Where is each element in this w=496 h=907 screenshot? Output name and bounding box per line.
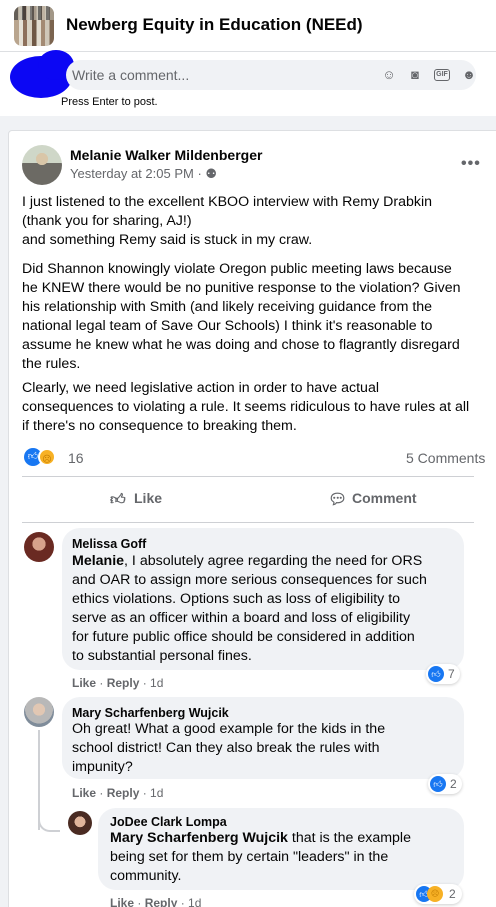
divider	[22, 476, 474, 477]
group-title[interactable]: Newberg Equity in Education (NEEd)	[66, 15, 363, 35]
thumbs-up-icon: 👍︎	[110, 491, 126, 508]
comment-body: Oh great! What a good example for the ki…	[72, 721, 386, 775]
post-paragraph: Did Shannon knowingly violate Oregon pub…	[22, 261, 461, 372]
comment-body: , I absolutely agree regarding the need …	[72, 553, 427, 664]
group-cover-thumbnail[interactable]	[14, 6, 54, 46]
comment-reaction-count: 7	[448, 667, 455, 681]
more-options-icon[interactable]: •••	[461, 155, 481, 173]
comment-reactions[interactable]: 👍︎ 2	[428, 774, 462, 794]
comment-text: Oh great! What a good example for the ki…	[72, 720, 462, 777]
commenter-name[interactable]: Melissa Goff	[72, 537, 146, 551]
post-paragraph: I just listened to the excellent KBOO in…	[22, 194, 433, 248]
comment-bubble-icon: 💬︎	[328, 491, 348, 508]
reply-thread-curve	[38, 812, 60, 832]
comment-like-button[interactable]: Like	[72, 786, 96, 800]
avatar[interactable]	[24, 532, 54, 562]
comment-text: Melanie, I absolutely agree regarding th…	[72, 552, 462, 666]
comment-reaction-count: 2	[449, 887, 456, 901]
camera-icon[interactable]: ◙	[406, 66, 424, 84]
post-meta: Yesterday at 2:05 PM · ⚉	[70, 166, 217, 182]
commenter-name[interactable]: JoDee Clark Lompa	[110, 815, 227, 829]
comment-age[interactable]: 1d	[150, 786, 163, 800]
comment-reply-button[interactable]: Reply	[107, 676, 140, 690]
comment-button[interactable]: 💬︎ Comment	[328, 490, 417, 510]
comment-reaction-count: 2	[450, 777, 457, 791]
comment-reactions[interactable]: 👍︎ ☹ 2	[414, 884, 462, 904]
commenter-name[interactable]: Mary Scharfenberg Wujcik	[72, 706, 229, 720]
like-reaction-icon: 👍︎	[428, 666, 444, 682]
like-button[interactable]: 👍︎ Like	[110, 490, 162, 510]
mention-link[interactable]: Melanie	[72, 553, 124, 569]
like-button-label: Like	[134, 490, 163, 506]
press-enter-hint: Press Enter to post.	[61, 96, 158, 108]
comment-button-label: Comment	[352, 490, 417, 506]
redacted-avatar	[10, 50, 74, 98]
group-header: Newberg Equity in Education (NEEd)	[0, 0, 496, 52]
like-reaction-icon: 👍︎	[430, 776, 446, 792]
comments-count[interactable]: 5 Comments	[406, 450, 485, 466]
comment-actions: Like · Reply · 1d	[110, 896, 201, 907]
divider	[22, 522, 474, 523]
comment-input-placeholder[interactable]: Write a comment...	[72, 67, 189, 83]
care-reaction-icon: ☹	[427, 886, 443, 902]
comment-like-button[interactable]: Like	[110, 896, 134, 907]
comment-text: Mary Scharfenberg Wujcik that is the exa…	[110, 829, 462, 886]
avatar[interactable]	[24, 697, 54, 727]
post-author[interactable]: Melanie Walker Mildenberger	[70, 147, 262, 163]
avatar[interactable]	[22, 145, 62, 185]
group-icon[interactable]: ⚉	[205, 166, 217, 181]
comment-like-button[interactable]: Like	[72, 676, 96, 690]
comment-actions: Like · Reply · 1d	[72, 786, 164, 800]
post-timestamp[interactable]: Yesterday at 2:05 PM	[70, 166, 194, 181]
emoji-icon[interactable]: ☺	[380, 66, 398, 84]
mention-link[interactable]: Mary Scharfenberg Wujcik	[110, 830, 288, 846]
gif-icon[interactable]: GIF	[434, 69, 450, 81]
reaction-count[interactable]: 16	[68, 450, 84, 466]
comment-age[interactable]: 1d	[188, 896, 201, 907]
reaction-icons[interactable]: 👍︎ ☹	[24, 448, 74, 468]
care-reaction-icon: ☹	[38, 448, 56, 466]
comment-reply-button[interactable]: Reply	[145, 896, 178, 907]
avatar[interactable]	[68, 811, 92, 835]
sticker-icon[interactable]: ☻	[460, 66, 478, 84]
post-paragraph: Clearly, we need legislative action in o…	[22, 380, 470, 434]
comment-reply-button[interactable]: Reply	[107, 786, 140, 800]
comment-actions: Like · Reply · 1d	[72, 676, 164, 690]
comment-reactions[interactable]: 👍︎ 7	[426, 664, 460, 684]
comment-age[interactable]: 1d	[150, 676, 163, 690]
